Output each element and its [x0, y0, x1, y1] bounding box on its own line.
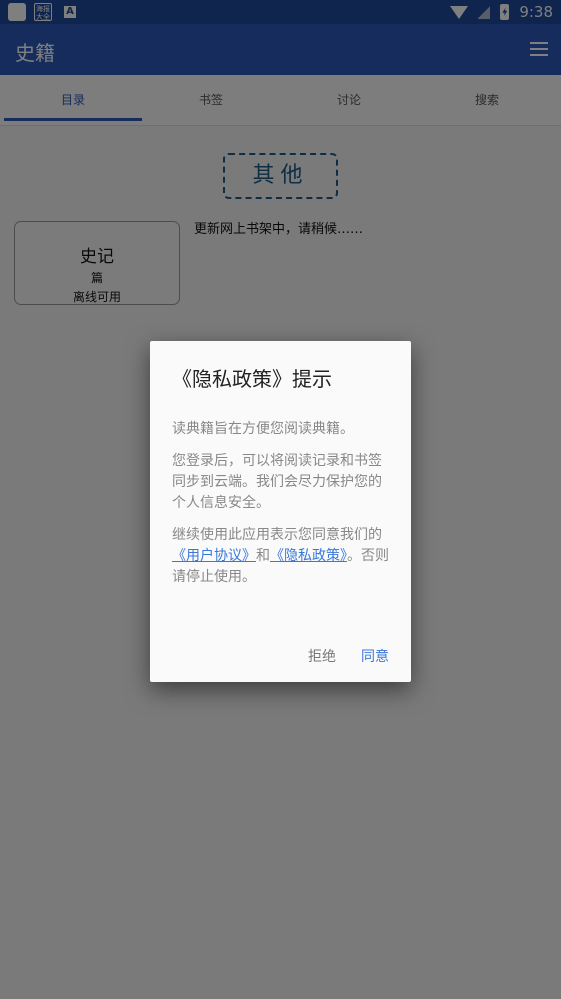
- privacy-dialog: 《隐私政策》提示 读典籍旨在方便您阅读典籍。 您登录后，可以将阅读记录和书签同步…: [150, 341, 411, 682]
- refuse-button[interactable]: 拒绝: [308, 646, 336, 666]
- dialog-paragraph-3-pre: 继续使用此应用表示您同意我们的: [172, 527, 382, 543]
- dialog-body: 读典籍旨在方便您阅读典籍。 您登录后，可以将阅读记录和书签同步到云端。我们会尽力…: [172, 419, 392, 599]
- dialog-and-text: 和: [256, 548, 270, 564]
- dialog-paragraph-3: 继续使用此应用表示您同意我们的《用户协议》和《隐私政策》。否则请停止使用。: [172, 525, 392, 588]
- dialog-paragraph-2: 您登录后，可以将阅读记录和书签同步到云端。我们会尽力保护您的个人信息安全。: [172, 453, 382, 511]
- user-agreement-link[interactable]: 《用户协议》: [172, 548, 256, 564]
- dialog-paragraph-1: 读典籍旨在方便您阅读典籍。: [172, 421, 354, 437]
- dialog-title: 《隐私政策》提示: [172, 367, 332, 391]
- agree-button[interactable]: 同意: [361, 646, 389, 666]
- privacy-policy-link[interactable]: 《隐私政策》: [270, 548, 347, 564]
